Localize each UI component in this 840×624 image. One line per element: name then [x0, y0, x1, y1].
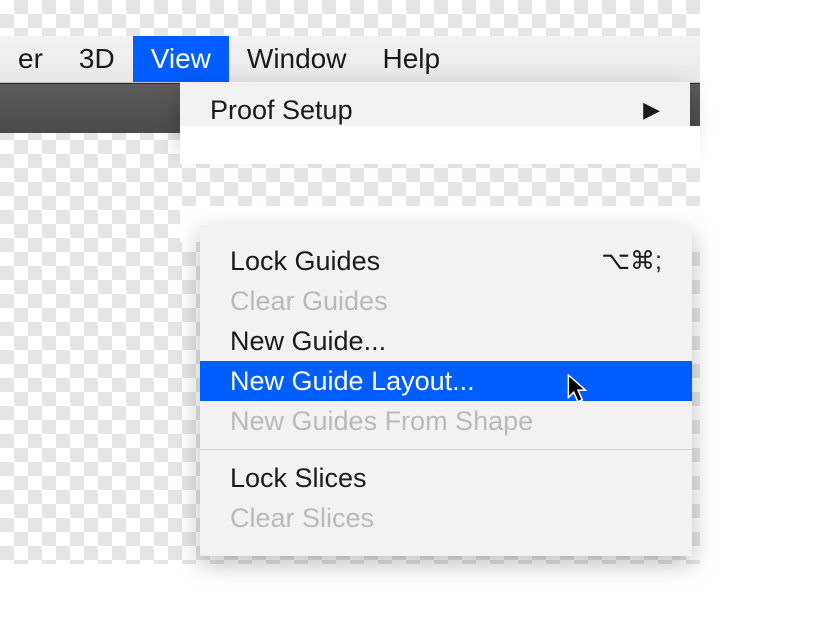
menu-lock-guides[interactable]: Lock Guides ⌥⌘; [200, 241, 692, 281]
torn-edge-top [180, 126, 700, 164]
menu-new-guides-from-shape: New Guides From Shape [200, 401, 692, 441]
view-menu-bottom: Lock Guides ⌥⌘; Clear Guides New Guide..… [200, 225, 692, 556]
menu-separator [200, 449, 692, 450]
submenu-arrow-icon: ▶ [643, 97, 660, 123]
shortcut-label: ⌥⌘; [601, 246, 662, 276]
menu-lock-slices[interactable]: Lock Slices [200, 458, 692, 498]
menu-item-filter[interactable]: er [0, 36, 61, 82]
menubar: er 3D View Window Help [0, 36, 700, 83]
menu-item-3d[interactable]: 3D [61, 36, 133, 82]
menu-item-view[interactable]: View [133, 36, 229, 82]
menu-item-help[interactable]: Help [364, 36, 458, 82]
menu-proof-setup[interactable]: Proof Setup ▶ [180, 90, 690, 130]
menu-item-window[interactable]: Window [229, 36, 365, 82]
menu-new-guide[interactable]: New Guide... [200, 321, 692, 361]
menu-new-guide-layout[interactable]: New Guide Layout... [200, 361, 692, 401]
menu-clear-guides: Clear Guides [200, 281, 692, 321]
menu-clear-slices: Clear Slices [200, 498, 692, 538]
